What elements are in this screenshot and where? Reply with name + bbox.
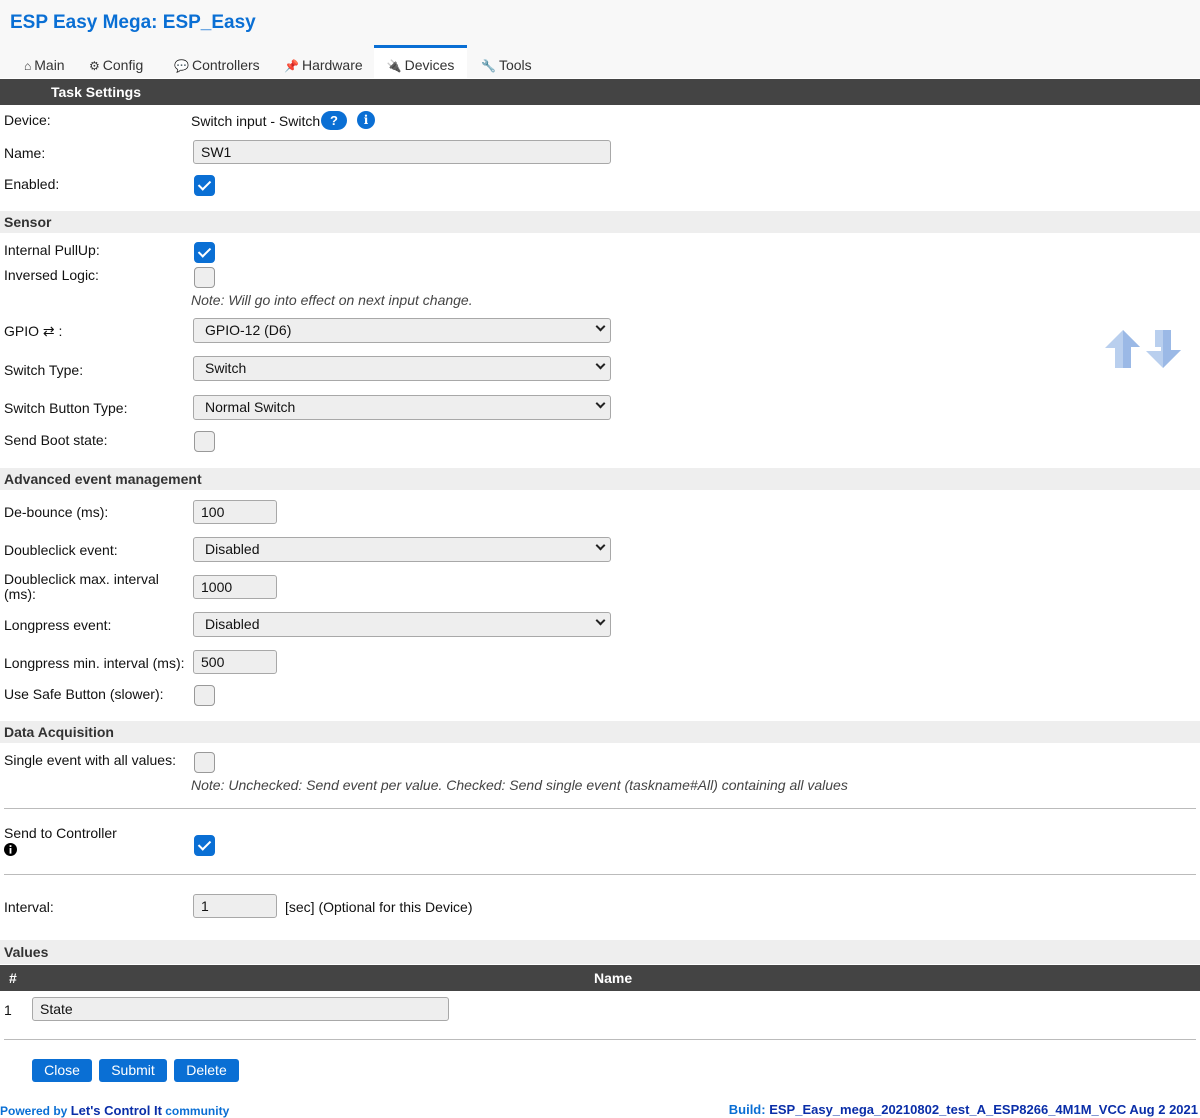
doubleclick-label: Doubleclick event:	[4, 542, 118, 558]
divider	[4, 874, 1196, 875]
close-button[interactable]: Close	[32, 1059, 92, 1082]
device-value: Switch input - Switch	[191, 113, 321, 129]
switch-type-value: Switch	[205, 360, 247, 376]
tab-config[interactable]: ⚙ Config	[89, 45, 143, 78]
powered-by: Powered by Let's Control It community	[0, 1103, 229, 1118]
longpress-label: Longpress event:	[4, 617, 112, 633]
name-input[interactable]: SW1	[193, 140, 611, 164]
interval-input[interactable]: 1	[193, 894, 277, 918]
tab-label: Config	[102, 57, 144, 73]
tab-label: Tools	[498, 57, 532, 73]
speech-bubble-icon: 💬	[174, 59, 189, 73]
info-icon[interactable]: i	[357, 111, 375, 129]
build-prefix: Build:	[728, 1102, 766, 1117]
tab-main[interactable]: ⌂ Main	[24, 45, 65, 78]
send-controller-label: Send to Controller	[4, 825, 117, 841]
inversed-logic-checkbox[interactable]	[194, 267, 215, 288]
chevron-down-icon	[595, 398, 606, 409]
plug-icon: 🔌	[386, 59, 402, 73]
home-icon: ⌂	[24, 59, 32, 73]
pullup-label: Internal PullUp:	[4, 242, 100, 258]
single-event-checkbox[interactable]	[194, 752, 215, 773]
chevron-down-icon	[595, 540, 606, 551]
device-label: Device:	[4, 112, 51, 128]
send-controller-checkbox[interactable]	[194, 835, 215, 856]
name-label: Name:	[4, 145, 46, 161]
reorder-arrows[interactable]	[1103, 328, 1183, 370]
value-row-number: 1	[4, 1002, 12, 1018]
advanced-section-header: Advanced event management	[0, 468, 1200, 490]
gpio-select-value: GPIO-12 (D6)	[205, 322, 292, 338]
gpio-label: GPIO ⇄ :	[4, 323, 63, 339]
switch-type-select[interactable]: Switch	[193, 356, 611, 381]
values-section-header: Values	[0, 940, 1200, 964]
switch-type-label: Switch Type:	[4, 362, 84, 378]
submit-button[interactable]: Submit	[99, 1059, 167, 1082]
longpress-interval-input[interactable]: 500	[193, 650, 277, 674]
delete-button[interactable]: Delete	[174, 1059, 239, 1082]
page-header: ESP Easy Mega: ESP_Easy ⌂ Main ⚙ Config 💬 C…	[0, 0, 1200, 78]
boot-state-checkbox[interactable]	[194, 431, 215, 452]
safe-button-label: Use Safe Button (slower):	[4, 686, 164, 702]
doubleclick-interval-label-line1: Doubleclick max. interval	[4, 571, 159, 587]
wrench-icon: 🔧	[481, 59, 496, 73]
task-settings-header: Task Settings	[0, 79, 1200, 105]
longpress-interval-label: Longpress min. interval (ms):	[4, 655, 185, 671]
chevron-down-icon	[595, 321, 606, 332]
data-acquisition-section-header: Data Acquisition	[0, 721, 1200, 743]
build-info: Build: ESP_Easy_mega_20210802_test_A_ESP…	[729, 1102, 1198, 1117]
value-name-input[interactable]: State	[32, 997, 449, 1021]
build-value: ESP_Easy_mega_20210802_test_A_ESP8266_4M…	[769, 1102, 1198, 1117]
inversed-logic-label: Inversed Logic:	[4, 267, 99, 283]
longpress-value: Disabled	[205, 616, 260, 632]
doubleclick-select[interactable]: Disabled	[193, 537, 611, 562]
boot-state-label: Send Boot state:	[4, 432, 108, 448]
column-name: Name	[594, 970, 633, 986]
debounce-input[interactable]: 100	[193, 500, 277, 524]
doubleclick-interval-label-line2: (ms):	[4, 586, 36, 602]
app-title: ESP Easy Mega: ESP_Easy	[10, 12, 256, 33]
tab-controllers[interactable]: 💬 Controllers	[174, 45, 260, 78]
community-link[interactable]: Let's Control It	[71, 1103, 162, 1118]
tab-hardware[interactable]: 📌 Hardware	[284, 45, 363, 78]
gear-icon: ⚙	[89, 59, 100, 73]
gpio-select[interactable]: GPIO-12 (D6)	[193, 318, 611, 343]
pushpin-icon: 📌	[284, 59, 299, 73]
doubleclick-interval-input[interactable]: 1000	[193, 575, 277, 599]
tab-label: Devices	[404, 57, 455, 73]
chevron-down-icon	[595, 359, 606, 370]
doubleclick-value: Disabled	[205, 541, 260, 557]
sensor-section-header: Sensor	[0, 211, 1200, 233]
pullup-checkbox[interactable]	[194, 242, 215, 263]
button-type-select[interactable]: Normal Switch	[193, 395, 611, 420]
tab-devices[interactable]: 🔌 Devices	[374, 45, 467, 78]
tab-label: Controllers	[191, 57, 260, 73]
inversed-note: Note: Will go into effect on next input …	[191, 292, 473, 308]
divider	[4, 808, 1196, 809]
enabled-label: Enabled:	[4, 176, 60, 192]
interval-label: Interval:	[4, 899, 54, 915]
longpress-select[interactable]: Disabled	[193, 612, 611, 637]
powered-prefix: Powered by	[0, 1104, 68, 1118]
safe-button-checkbox[interactable]	[194, 685, 215, 706]
single-event-note: Note: Unchecked: Send event per value. C…	[191, 777, 848, 793]
chevron-down-icon	[595, 615, 606, 626]
tab-label: Hardware	[301, 57, 363, 73]
single-event-label: Single event with all values:	[4, 752, 176, 768]
button-type-value: Normal Switch	[205, 399, 296, 415]
info-icon[interactable]	[4, 843, 17, 856]
debounce-label: De-bounce (ms):	[4, 504, 109, 520]
tab-label: Main	[34, 57, 65, 73]
button-type-label: Switch Button Type:	[4, 400, 128, 416]
help-icon[interactable]: ?	[321, 111, 347, 130]
main-tabs: ⌂ Main ⚙ Config 💬 Controllers 📌 Hardware 🔌 De…	[0, 45, 1200, 78]
column-number: #	[9, 970, 17, 986]
interval-unit: [sec] (Optional for this Device)	[285, 899, 473, 915]
doubleclick-interval-label: Doubleclick max. interval (ms):	[4, 572, 159, 602]
enabled-checkbox[interactable]	[194, 175, 215, 196]
tab-tools[interactable]: 🔧 Tools	[481, 45, 532, 78]
divider	[4, 1039, 1196, 1040]
values-table-header: # Name	[0, 965, 1200, 991]
powered-suffix: community	[165, 1104, 230, 1118]
